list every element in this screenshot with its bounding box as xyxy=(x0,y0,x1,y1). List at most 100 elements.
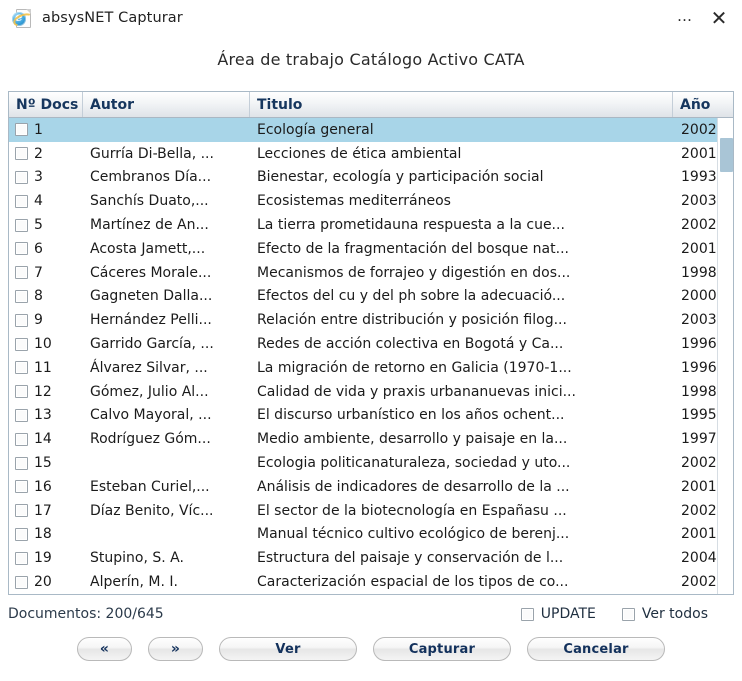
scrollbar-thumb[interactable] xyxy=(720,138,733,172)
table-row[interactable]: 10 Garrido García, ... Redes de acción col… xyxy=(9,332,733,356)
table-row[interactable]: 1 Ecología general 2002 xyxy=(9,118,733,142)
row-checkbox[interactable] xyxy=(15,289,28,303)
row-checkbox[interactable] xyxy=(15,480,28,494)
row-titulo: Bienestar, ecología y participación soci… xyxy=(257,169,544,186)
row-titulo: Lecciones de ética ambiental xyxy=(257,145,462,162)
row-checkbox[interactable] xyxy=(15,218,28,232)
row-number-cell: 10 xyxy=(9,332,83,356)
row-titulo: La migración de retorno en Galicia (1970… xyxy=(257,359,572,376)
window-title: absysNET Capturar xyxy=(42,10,183,26)
column-header-titulo[interactable]: Titulo xyxy=(250,92,673,117)
table-row[interactable]: 19 Stupino, S. A. Estructura del paisaje y… xyxy=(9,546,733,570)
row-autor: Gagneten Dalla... xyxy=(90,288,213,305)
vertical-scrollbar[interactable] xyxy=(717,118,733,594)
ver-button[interactable]: Ver xyxy=(219,637,357,661)
table-row[interactable]: 6 Acosta Jamett,... Efecto de la fragmenta… xyxy=(9,237,733,261)
row-number-cell: 3 xyxy=(9,166,83,190)
close-icon[interactable]: ✕ xyxy=(702,3,736,33)
table-row[interactable]: 4 Sanchís Duato,... Ecosistemas mediterrán… xyxy=(9,189,733,213)
row-autor xyxy=(83,118,250,142)
row-number: 7 xyxy=(34,264,43,281)
ver-todos-checkbox[interactable] xyxy=(621,607,635,621)
table-row[interactable]: 11 Álvarez Silvar, ... La migración de ret… xyxy=(9,356,733,380)
ie-document-icon xyxy=(11,8,36,29)
row-checkbox[interactable] xyxy=(15,504,28,518)
status-options: UPDATE Ver todos xyxy=(520,606,734,622)
ver-todos-label: Ver todos xyxy=(641,606,708,622)
table-row[interactable]: 2 Gurría Di-Bella, ... Lecciones de ética … xyxy=(9,142,733,166)
row-checkbox[interactable] xyxy=(15,575,28,589)
row-checkbox[interactable] xyxy=(15,194,28,208)
row-checkbox[interactable] xyxy=(15,147,28,161)
ver-todos-checkbox-item[interactable]: Ver todos xyxy=(621,606,708,622)
row-number: 15 xyxy=(34,455,52,472)
table-header-row: Nº Docs Autor Titulo Año xyxy=(9,92,733,118)
table-row[interactable]: 13 Calvo Mayoral, ... El discurso urbaníst… xyxy=(9,404,733,428)
capturar-button[interactable]: Capturar xyxy=(373,637,511,661)
column-header-autor[interactable]: Autor xyxy=(83,92,250,117)
table-row[interactable]: 8 Gagneten Dalla... Efectos del cu y del p… xyxy=(9,285,733,309)
row-number-cell: 8 xyxy=(9,285,83,309)
row-checkbox[interactable] xyxy=(15,456,28,470)
row-checkbox[interactable] xyxy=(15,313,28,327)
row-autor xyxy=(83,523,250,547)
row-number: 12 xyxy=(34,383,52,400)
row-checkbox[interactable] xyxy=(15,551,28,565)
row-checkbox[interactable] xyxy=(15,123,28,137)
table-row[interactable]: 9 Hernández Pelli... Relación entre distri… xyxy=(9,308,733,332)
table-row[interactable]: 15 Ecologia politicanaturaleza, sociedad … xyxy=(9,451,733,475)
row-autor: Calvo Mayoral, ... xyxy=(90,407,212,424)
row-number: 8 xyxy=(34,288,43,305)
documents-table: Nº Docs Autor Titulo Año 1 Ecología gener… xyxy=(8,91,734,595)
row-titulo: Calidad de vida y praxis urbananuevas in… xyxy=(257,383,576,400)
table-row[interactable]: 16 Esteban Curiel,... Análisis de indicado… xyxy=(9,475,733,499)
row-number-cell: 19 xyxy=(9,546,83,570)
row-checkbox[interactable] xyxy=(15,242,28,256)
row-checkbox[interactable] xyxy=(15,385,28,399)
update-checkbox-item[interactable]: UPDATE xyxy=(520,606,596,622)
first-page-button[interactable]: « xyxy=(77,637,132,661)
column-header-anio[interactable]: Año xyxy=(673,92,733,117)
row-checkbox[interactable] xyxy=(15,266,28,280)
row-checkbox[interactable] xyxy=(15,170,28,184)
row-autor: Alperín, M. I. xyxy=(90,574,178,591)
row-autor: Stupino, S. A. xyxy=(90,550,184,567)
row-checkbox[interactable] xyxy=(15,432,28,446)
table-row[interactable]: 14 Rodríguez Góm... Medio ambiente, desarr… xyxy=(9,427,733,451)
row-autor xyxy=(83,451,250,475)
row-titulo: Relación entre distribución y posición f… xyxy=(257,312,567,329)
row-autor: Cembranos Día... xyxy=(90,169,212,186)
workspace-heading: Área de trabajo Catálogo Activo CATA xyxy=(0,36,742,85)
table-row[interactable]: 17 Díaz Benito, Víc... El sector de la bio… xyxy=(9,499,733,523)
row-number: 20 xyxy=(34,574,52,591)
table-row[interactable]: 18 Manual técnico cultivo ecológico de be… xyxy=(9,523,733,547)
row-autor: Gómez, Julio Al... xyxy=(90,383,209,400)
update-checkbox[interactable] xyxy=(520,607,534,621)
table-row[interactable]: 3 Cembranos Día... Bienestar, ecología y p… xyxy=(9,166,733,190)
table-row[interactable]: 20 Alperín, M. I. Caracterización espacial… xyxy=(9,570,733,594)
table-row[interactable]: 5 Martínez de An... La tierra prometidauna… xyxy=(9,213,733,237)
row-autor: Cáceres Morale... xyxy=(90,264,212,281)
row-titulo: Análisis de indicadores de desarrollo de… xyxy=(257,478,570,495)
row-number-cell: 11 xyxy=(9,356,83,380)
row-autor: Gurría Di-Bella, ... xyxy=(90,145,214,162)
row-titulo: Medio ambiente, desarrollo y paisaje en … xyxy=(257,431,568,448)
row-number-cell: 18 xyxy=(9,523,83,547)
cancelar-button[interactable]: Cancelar xyxy=(527,637,665,661)
table-row[interactable]: 12 Gómez, Julio Al... Calidad de vida y pr… xyxy=(9,380,733,404)
row-checkbox[interactable] xyxy=(15,527,28,541)
row-number: 6 xyxy=(34,240,43,257)
column-header-num[interactable]: Nº Docs xyxy=(9,92,83,117)
row-checkbox[interactable] xyxy=(15,408,28,422)
row-autor: Garrido García, ... xyxy=(90,336,214,353)
next-page-button[interactable]: » xyxy=(148,637,203,661)
row-number: 9 xyxy=(34,312,43,329)
row-number: 13 xyxy=(34,407,52,424)
more-options-icon[interactable]: … xyxy=(668,1,702,35)
row-checkbox[interactable] xyxy=(15,361,28,375)
row-number-cell: 13 xyxy=(9,404,83,428)
table-row[interactable]: 7 Cáceres Morale... Mecanismos de forrajeo… xyxy=(9,261,733,285)
row-autor: Sanchís Duato,... xyxy=(90,193,209,210)
row-checkbox[interactable] xyxy=(15,337,28,351)
row-titulo: Efectos del cu y del ph sobre la adecuac… xyxy=(257,288,566,305)
